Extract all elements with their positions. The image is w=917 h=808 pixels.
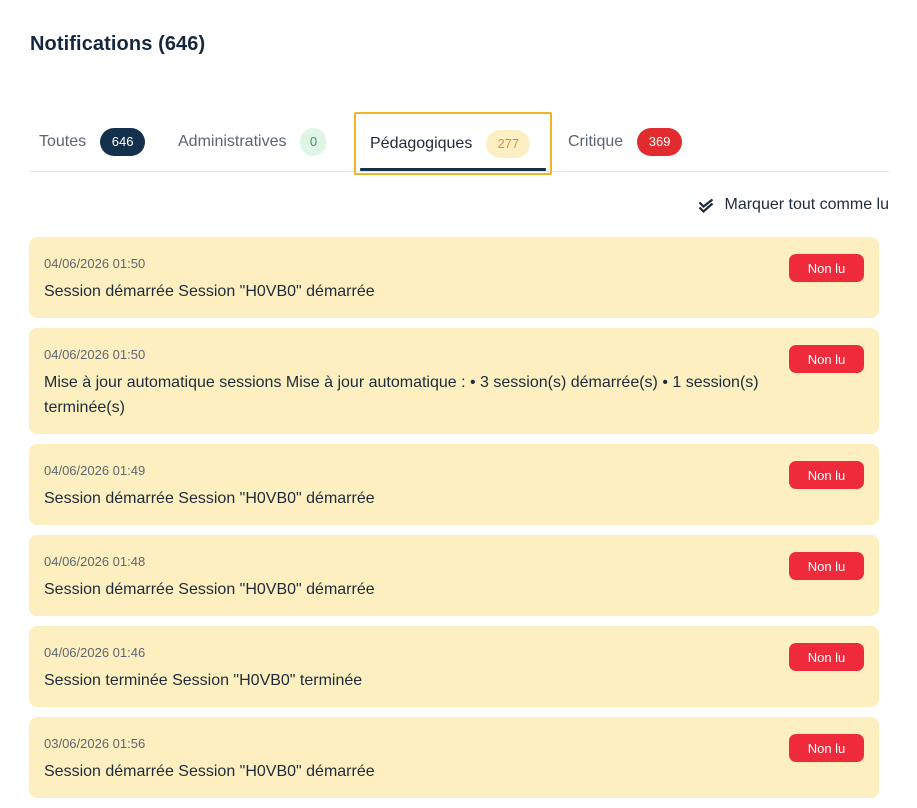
- notification-message: Mise à jour automatique sessions Mise à …: [44, 374, 759, 416]
- page-title: Notifications (646): [30, 33, 206, 55]
- count-badge: 646: [100, 127, 146, 156]
- notification-item[interactable]: 04/06/2026 01:46 Session terminée Sessio…: [29, 626, 879, 707]
- unread-badge[interactable]: Non lu: [789, 254, 864, 282]
- notification-date: 04/06/2026 01:46: [44, 645, 146, 660]
- tab-pedagogiques[interactable]: Pédagogiques 277: [354, 112, 552, 175]
- notification-message: Session démarrée Session "H0VB0" démarré…: [44, 283, 375, 300]
- tab-administratives[interactable]: Administratives 0: [178, 112, 327, 171]
- count-badge: 369: [637, 127, 683, 156]
- tab-label: Toutes: [39, 132, 87, 150]
- notification-date: 04/06/2026 01:48: [44, 554, 146, 569]
- unread-badge[interactable]: Non lu: [789, 643, 864, 671]
- notification-date: 03/06/2026 01:56: [44, 736, 146, 751]
- count-badge: 0: [300, 127, 327, 156]
- notification-item[interactable]: 04/06/2026 01:50 Session démarrée Sessio…: [29, 237, 879, 318]
- notification-list: 04/06/2026 01:50 Session démarrée Sessio…: [29, 237, 879, 808]
- notification-date: 04/06/2026 01:50: [44, 347, 146, 362]
- unread-badge[interactable]: Non lu: [789, 345, 864, 373]
- mark-all-read-label: Marquer tout comme lu: [724, 196, 889, 213]
- tab-label: Critique: [568, 132, 624, 150]
- tab-label: Administratives: [178, 132, 287, 150]
- unread-badge[interactable]: Non lu: [789, 552, 864, 580]
- notification-item[interactable]: 04/06/2026 01:48 Session démarrée Sessio…: [29, 535, 879, 616]
- active-tab-indicator: [360, 168, 546, 171]
- count-badge: 277: [486, 129, 531, 158]
- notification-date: 04/06/2026 01:49: [44, 463, 146, 478]
- unread-badge[interactable]: Non lu: [789, 734, 864, 762]
- notification-item[interactable]: 03/06/2026 01:56 Session démarrée Sessio…: [29, 717, 879, 798]
- tab-label: Pédagogiques: [370, 134, 473, 152]
- notification-message: Session démarrée Session "H0VB0" démarré…: [44, 581, 375, 598]
- notification-item[interactable]: 04/06/2026 01:49 Session démarrée Sessio…: [29, 444, 879, 525]
- tab-bar: Toutes 646 Administratives 0 Pédagogique…: [29, 112, 889, 175]
- notification-message: Session démarrée Session "H0VB0" démarré…: [44, 763, 375, 780]
- double-check-icon: [698, 198, 715, 213]
- tab-critique[interactable]: Critique 369: [568, 112, 683, 171]
- unread-badge[interactable]: Non lu: [789, 461, 864, 489]
- notification-item[interactable]: 04/06/2026 01:50 Mise à jour automatique…: [29, 328, 879, 434]
- tab-toutes[interactable]: Toutes 646: [39, 112, 146, 171]
- notification-date: 04/06/2026 01:50: [44, 256, 146, 271]
- mark-all-read-button[interactable]: Marquer tout comme lu: [698, 196, 889, 214]
- notification-message: Session terminée Session "H0VB0" terminé…: [44, 672, 363, 689]
- notification-message: Session démarrée Session "H0VB0" démarré…: [44, 490, 375, 507]
